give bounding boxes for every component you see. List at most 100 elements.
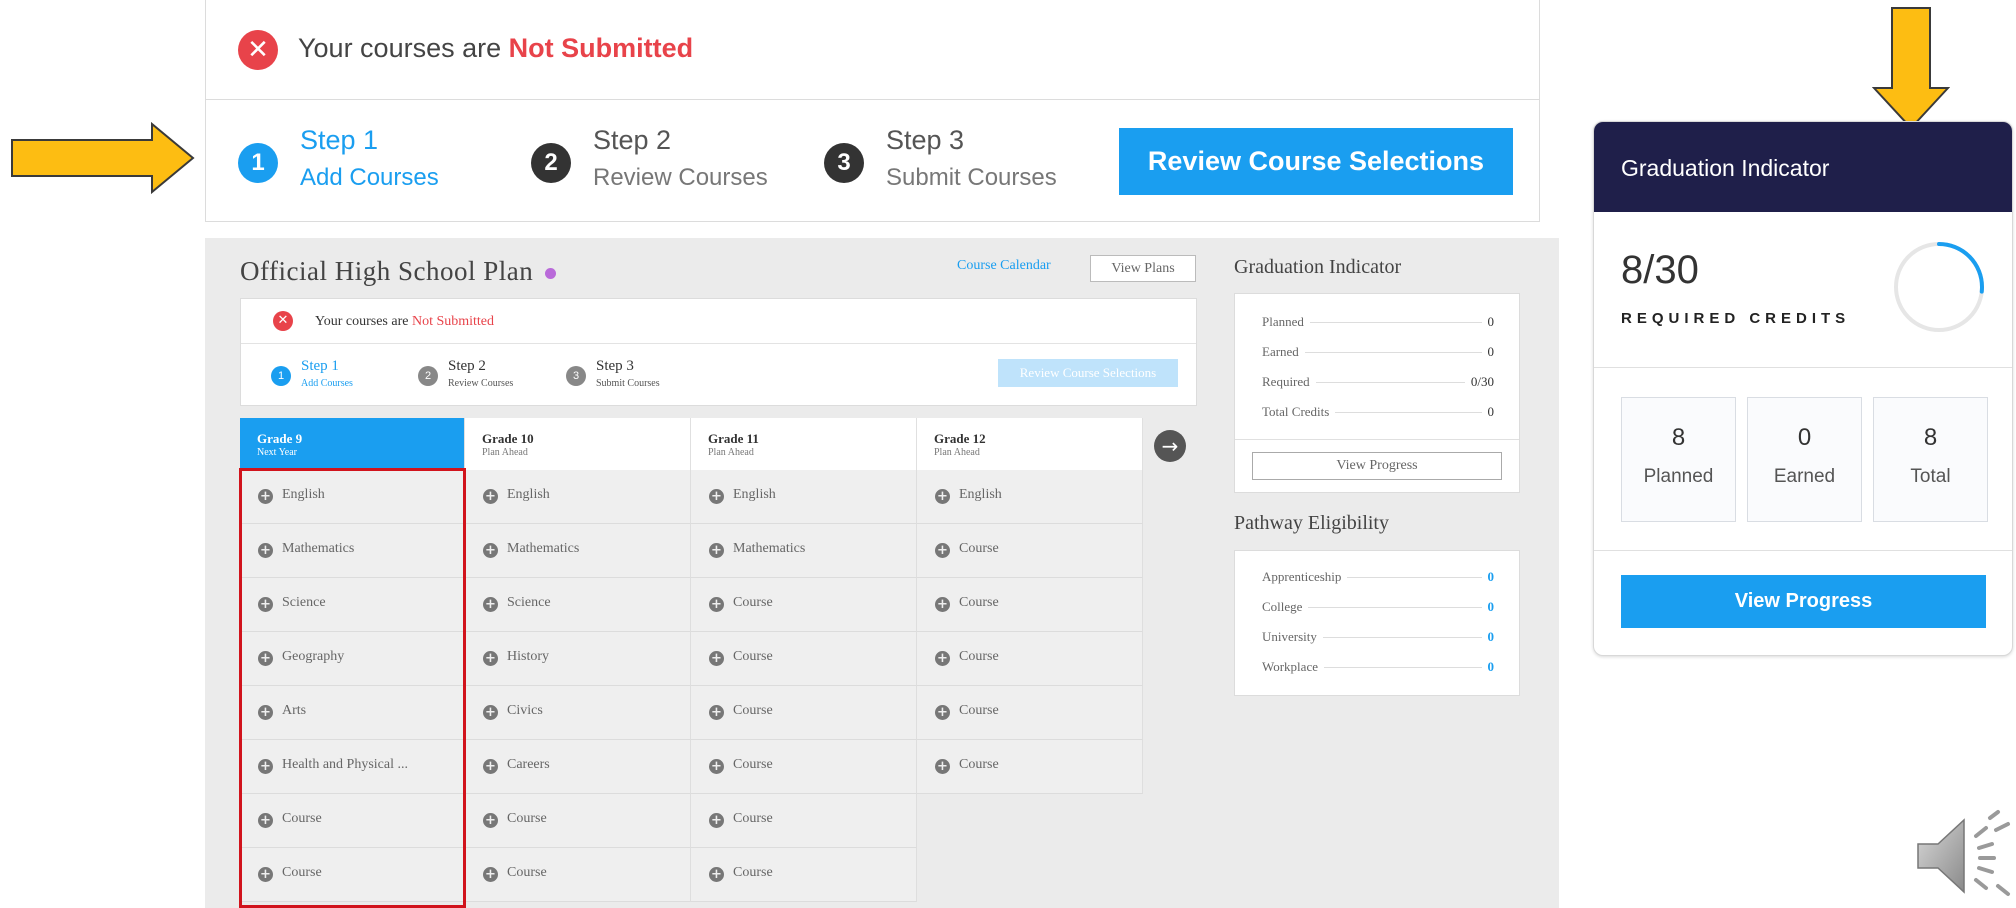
plus-circle-icon: + <box>483 705 498 720</box>
course-slot[interactable]: + Mathematics <box>465 524 691 578</box>
course-slot[interactable]: + English <box>465 470 691 524</box>
course-status-panel: ✕ Your courses are Not Submitted 1 Step … <box>205 0 1540 222</box>
course-slot[interactable]: + Science <box>465 578 691 632</box>
course-label: Course <box>959 541 999 556</box>
course-label: Course <box>959 703 999 718</box>
course-slot[interactable]: + Mathematics <box>691 524 917 578</box>
course-label: Course <box>733 811 773 826</box>
course-slot[interactable]: + Course <box>465 848 691 902</box>
step-number: 3 <box>566 366 586 386</box>
row-label: Workplace <box>1262 659 1324 675</box>
plus-circle-icon: + <box>483 651 498 666</box>
step-subtitle: Submit Courses <box>886 164 1057 191</box>
row-label: Apprenticeship <box>1262 569 1348 585</box>
row-value: 0 <box>1481 314 1494 330</box>
planned-credits-box: 8 Planned <box>1621 397 1736 522</box>
course-slot[interactable]: + Course <box>917 740 1143 794</box>
step-subtitle: Add Courses <box>301 378 353 389</box>
grade-9-highlight <box>239 468 466 908</box>
course-label: Course <box>959 595 999 610</box>
course-slot[interactable]: + Course <box>691 632 917 686</box>
plus-circle-icon: + <box>709 597 724 612</box>
course-label: Course <box>733 757 773 772</box>
box-value: 8 <box>1671 424 1686 451</box>
tab-grade-11[interactable]: Grade 11 Plan Ahead <box>691 418 917 470</box>
course-slot[interactable]: + Course <box>691 740 917 794</box>
course-slot[interactable]: + Course <box>917 578 1143 632</box>
course-label: Course <box>507 865 547 880</box>
course-slot[interactable]: + English <box>917 470 1143 524</box>
course-label: Course <box>959 757 999 772</box>
plus-circle-icon: + <box>709 651 724 666</box>
tab-grade-9[interactable]: Grade 9 Next Year <box>240 418 465 470</box>
annotation-arrow-right-icon <box>11 122 195 194</box>
grade-name: Grade 10 <box>482 431 534 446</box>
course-slot[interactable]: + Course <box>917 524 1143 578</box>
course-calendar-link[interactable]: Course Calendar <box>957 258 1051 274</box>
plus-circle-icon: + <box>935 543 950 558</box>
view-plans-button[interactable]: View Plans <box>1090 255 1196 282</box>
status-row: ✕ Your courses are Not Submitted <box>241 299 1196 344</box>
course-slot[interactable]: + Course <box>691 794 917 848</box>
close-icon: ✕ <box>273 311 293 331</box>
row-value: 0 <box>1481 344 1494 360</box>
course-slot[interactable]: + Course <box>465 794 691 848</box>
grade-subtitle: Plan Ahead <box>482 447 528 458</box>
review-course-selections-button[interactable]: Review Course Selections <box>998 359 1178 387</box>
course-label: Mathematics <box>733 541 806 556</box>
step-title: Step 3 <box>596 358 634 374</box>
card-header: Graduation Indicator <box>1594 122 2012 212</box>
graduation-indicator-title: Graduation Indicator <box>1234 256 1402 278</box>
pathway-row-workplace: Workplace 0 <box>1262 659 1494 675</box>
credit-row-planned: Planned 0 <box>1262 314 1494 330</box>
plus-circle-icon: + <box>935 705 950 720</box>
course-slot[interactable]: + Careers <box>465 740 691 794</box>
arrow-right-icon[interactable]: → <box>1154 430 1186 462</box>
view-progress-button[interactable]: View Progress <box>1252 452 1502 480</box>
course-label: English <box>959 487 1002 502</box>
course-slot[interactable]: + Course <box>691 848 917 902</box>
status-message: Your courses are Not Submitted <box>298 33 693 64</box>
plus-circle-icon: + <box>483 597 498 612</box>
progress-ring <box>1894 242 1984 332</box>
course-status-box: ✕ Your courses are Not Submitted 1 Step … <box>240 298 1197 406</box>
tab-grade-12[interactable]: Grade 12 Plan Ahead <box>917 418 1143 470</box>
course-slot[interactable]: + Course <box>691 578 917 632</box>
box-label: Planned <box>1643 466 1714 487</box>
course-slot[interactable]: + Course <box>917 686 1143 740</box>
course-slot[interactable]: + Civics <box>465 686 691 740</box>
plus-circle-icon: + <box>709 867 724 882</box>
step-title: Step 1 <box>300 125 379 155</box>
plus-circle-icon: + <box>709 705 724 720</box>
course-label: Science <box>507 595 551 610</box>
box-value: 0 <box>1797 424 1812 451</box>
course-label: Course <box>733 703 773 718</box>
step-number: 2 <box>418 366 438 386</box>
course-slot[interactable]: + Course <box>691 686 917 740</box>
plus-circle-icon: + <box>483 813 498 828</box>
speaker-icon[interactable] <box>1912 808 2012 904</box>
high-school-plan-panel: Official High School Plan Course Calenda… <box>205 238 1559 908</box>
status-row: ✕ Your courses are Not Submitted <box>206 0 1539 100</box>
course-slot[interactable]: + Course <box>917 632 1143 686</box>
course-label: History <box>507 649 549 664</box>
grade-subtitle: Plan Ahead <box>708 447 754 458</box>
grade-subtitle: Next Year <box>257 447 297 458</box>
course-slot[interactable]: + History <box>465 632 691 686</box>
status-dot-icon <box>545 268 557 280</box>
view-progress-button[interactable]: View Progress <box>1621 575 1986 628</box>
tab-grade-10[interactable]: Grade 10 Plan Ahead <box>465 418 691 470</box>
pathway-eligibility-box: Apprenticeship 0 College 0 University 0 Wor… <box>1234 550 1520 696</box>
row-value: 0 <box>1481 599 1494 615</box>
status-prefix: Your courses are <box>315 314 412 329</box>
course-label: Course <box>733 649 773 664</box>
status-state: Not Submitted <box>508 33 694 63</box>
review-course-selections-button[interactable]: Review Course Selections <box>1119 128 1513 195</box>
pathway-row-college: College 0 <box>1262 599 1494 615</box>
course-label: Careers <box>507 757 550 772</box>
plus-circle-icon: + <box>709 489 724 504</box>
plus-circle-icon: + <box>483 759 498 774</box>
plus-circle-icon: + <box>483 867 498 882</box>
row-value: 0 <box>1481 404 1494 420</box>
course-slot[interactable]: + English <box>691 470 917 524</box>
